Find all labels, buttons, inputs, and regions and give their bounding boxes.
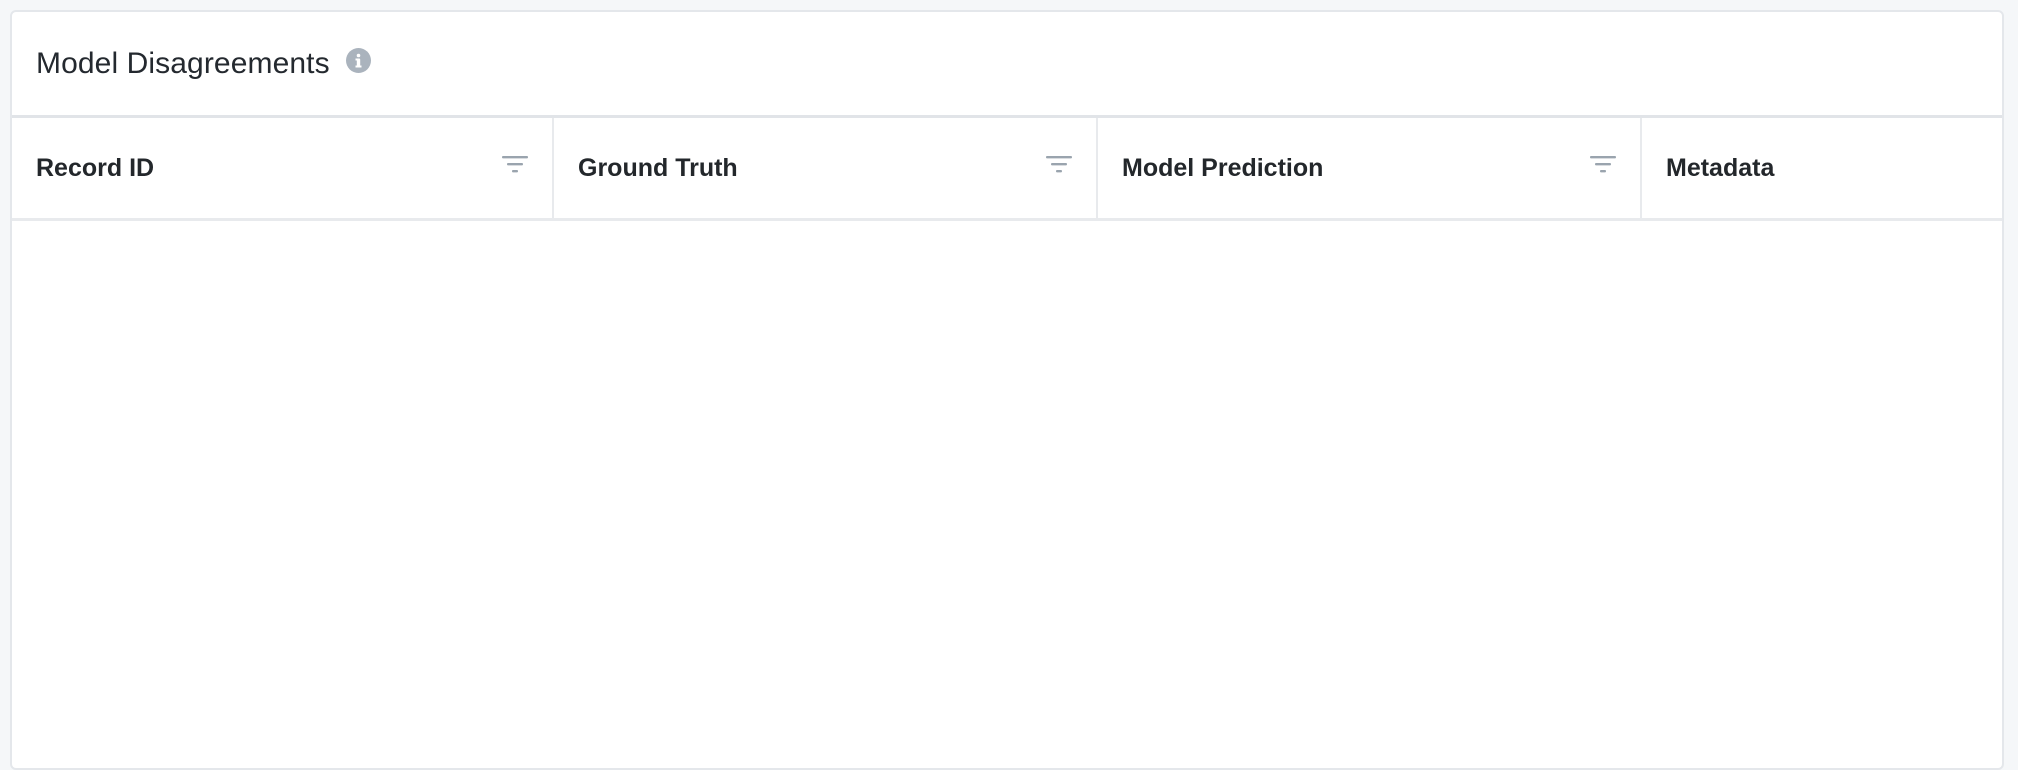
column-label: Ground Truth	[578, 153, 738, 182]
column-header-record-id[interactable]: Record ID	[12, 118, 554, 218]
table-header: Record ID Ground Truth Model Prediction	[12, 118, 2002, 221]
column-header-metadata[interactable]: Metadata	[1642, 118, 2002, 218]
column-label: Metadata	[1666, 153, 1775, 182]
info-icon[interactable]	[345, 48, 371, 73]
table-body	[12, 221, 2002, 761]
card-header: Model Disagreements	[12, 12, 2002, 118]
column-label: Model Prediction	[1122, 153, 1324, 182]
column-header-ground-truth[interactable]: Ground Truth	[554, 118, 1098, 218]
model-disagreements-card: Model Disagreements Record ID Ground Tru…	[10, 10, 2004, 770]
card-title: Model Disagreements	[36, 46, 330, 80]
filter-icon[interactable]	[502, 154, 528, 174]
column-label: Record ID	[36, 153, 155, 182]
filter-icon[interactable]	[1046, 154, 1072, 174]
column-header-model-prediction[interactable]: Model Prediction	[1098, 118, 1642, 218]
filter-icon[interactable]	[1590, 154, 1616, 174]
